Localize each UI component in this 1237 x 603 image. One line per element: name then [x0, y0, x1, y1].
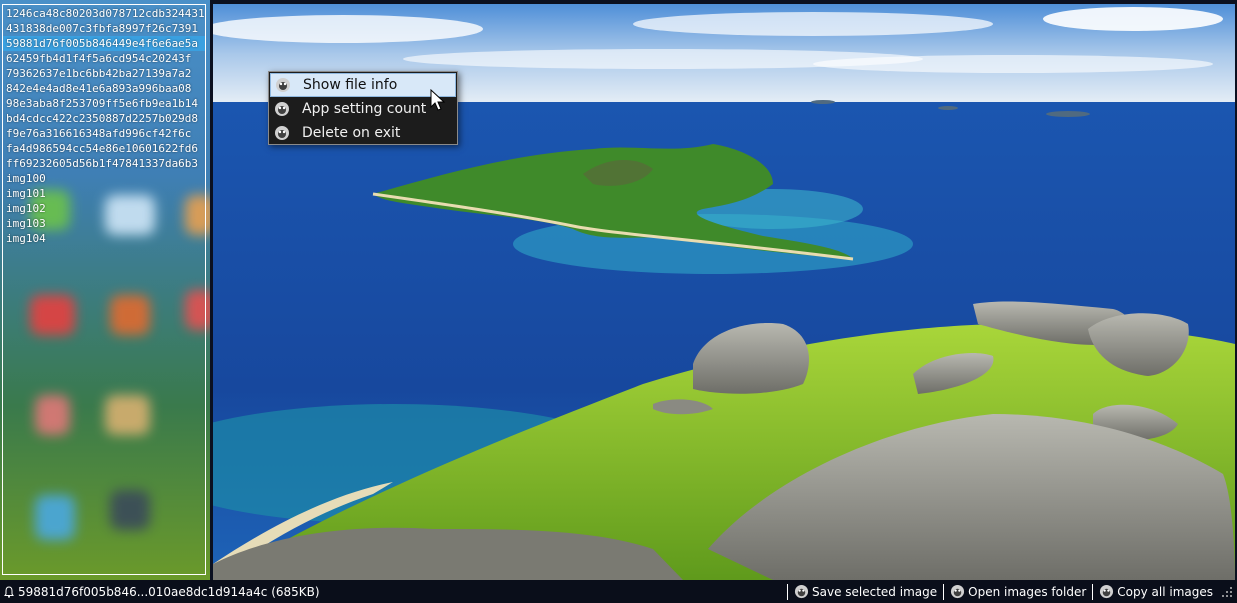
list-item[interactable]: 842e4e4ad8e41e6a893a996baa08	[6, 81, 205, 96]
save-selected-image-label: Save selected image	[812, 584, 938, 599]
copy-all-images-label: Copy all images	[1117, 584, 1213, 599]
resize-grip-icon[interactable]	[1221, 586, 1233, 598]
list-item-selected[interactable]: 59881d76f005b846449e4f6e6ae5a	[3, 36, 205, 51]
status-bar: 59881d76f005b846...010ae8dc1d914a4c (685…	[0, 580, 1237, 603]
open-images-folder-button[interactable]: Open images folder	[943, 583, 1092, 600]
list-item[interactable]: 1246ca48c80203d078712cdb324431	[6, 6, 205, 21]
open-images-folder-label: Open images folder	[968, 584, 1087, 599]
list-item[interactable]: bd4cdcc422c2350887d2257b029d8	[6, 111, 205, 126]
menu-item-label: Delete on exit	[302, 125, 401, 141]
list-item[interactable]: 62459fb4d1f4f5a6cd954c20243f	[6, 51, 205, 66]
app-logo-icon	[275, 102, 289, 116]
bell-icon	[4, 585, 14, 598]
menu-item-show-file-info[interactable]: Show file info	[270, 73, 456, 97]
status-file-label: 59881d76f005b846...010ae8dc1d914a4c (685…	[18, 584, 320, 599]
file-list[interactable]: 1246ca48c80203d078712cdb324431 431838de0…	[2, 4, 206, 575]
list-item[interactable]: 79362637e1bc6bb42ba27139a7a2	[6, 66, 205, 81]
status-file-info: 59881d76f005b846...010ae8dc1d914a4c (685…	[0, 585, 787, 599]
app-logo-icon	[951, 584, 965, 599]
list-item[interactable]: img104	[6, 231, 205, 246]
list-item[interactable]: img101	[6, 186, 205, 201]
save-selected-image-button[interactable]: Save selected image	[787, 583, 943, 600]
menu-item-label: App setting count	[302, 101, 427, 117]
menu-item-app-setting-count[interactable]: App setting count	[270, 97, 456, 121]
app-logo-icon	[794, 584, 809, 599]
list-item[interactable]: img100	[6, 171, 205, 186]
list-item[interactable]: 431838de007c3fbfa8997f26c7391	[6, 21, 205, 36]
list-item[interactable]: ff69232605d56b1f47841337da6b3	[6, 156, 205, 171]
mouse-cursor-icon	[430, 89, 446, 111]
list-item[interactable]: f9e76a316616348afd996cf42f6c	[6, 126, 205, 141]
file-list-items: 1246ca48c80203d078712cdb324431 431838de0…	[3, 5, 205, 246]
menu-item-delete-on-exit[interactable]: Delete on exit	[270, 121, 456, 145]
copy-all-images-button[interactable]: Copy all images	[1092, 583, 1219, 600]
app-logo-icon	[276, 78, 290, 92]
file-list-panel: 1246ca48c80203d078712cdb324431 431838de0…	[0, 0, 210, 580]
list-item[interactable]: img103	[6, 216, 205, 231]
menu-item-label: Show file info	[303, 77, 398, 93]
app-logo-icon	[275, 126, 289, 140]
list-item[interactable]: img102	[6, 201, 205, 216]
list-item[interactable]: fa4d986594cc54e86e10601622fd6	[6, 141, 205, 156]
list-item[interactable]: 98e3aba8f253709ff5e6fb9ea1b14	[6, 96, 205, 111]
app-logo-icon	[1100, 584, 1114, 599]
